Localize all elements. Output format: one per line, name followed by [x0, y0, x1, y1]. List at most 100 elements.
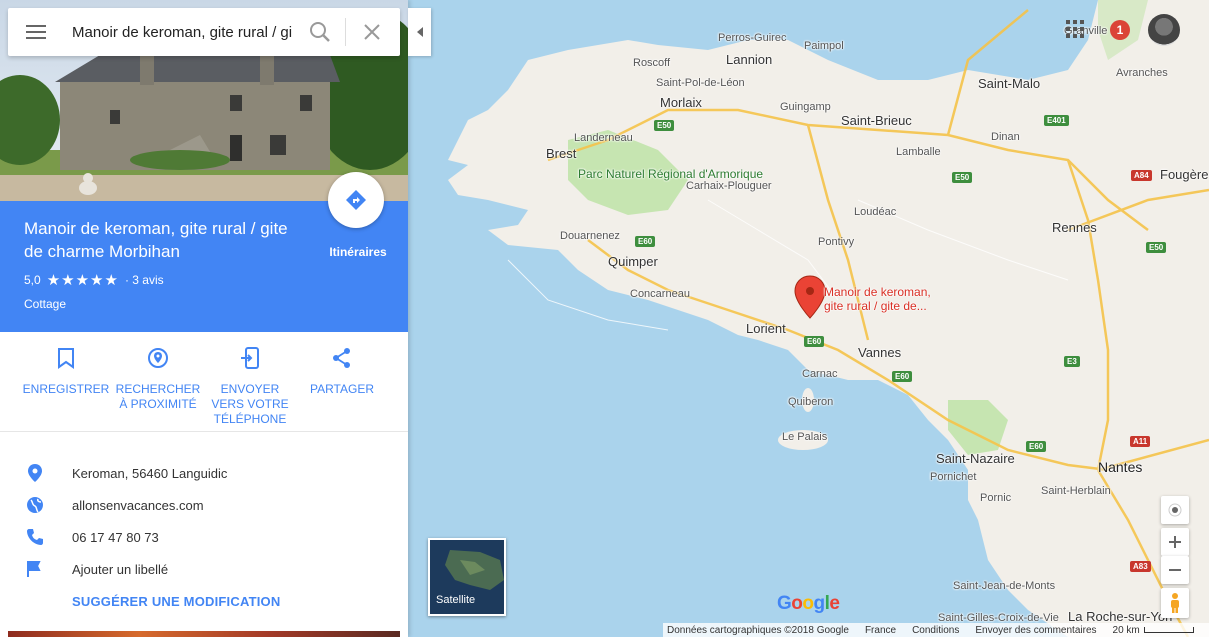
map-canvas[interactable]: Perros-Guirec Paimpol Roscoff Lannion Sa…	[408, 0, 1209, 637]
action-bar: ENREGISTRER RECHERCHER À PROXIMITÉ ENVOY…	[0, 332, 408, 432]
menu-icon[interactable]	[24, 22, 48, 42]
map-label[interactable]: Avranches	[1116, 67, 1168, 79]
save-button[interactable]: ENREGISTRER	[21, 344, 111, 397]
satellite-toggle[interactable]: Satellite	[428, 538, 506, 616]
map-label[interactable]: Le Palais	[782, 431, 827, 443]
map-label[interactable]: Brest	[546, 146, 576, 161]
search-nearby-button[interactable]: RECHERCHER À PROXIMITÉ	[113, 344, 203, 412]
map-label[interactable]: Saint-Malo	[978, 76, 1040, 91]
rating-value: 5,0	[24, 273, 41, 287]
scale-bar	[1143, 627, 1194, 633]
map-label[interactable]: Lorient	[746, 321, 786, 336]
directions-button[interactable]	[328, 172, 384, 228]
notification-badge[interactable]: 1	[1110, 20, 1130, 40]
suggest-edit-link[interactable]: SUGGÉRER UNE MODIFICATION	[72, 594, 280, 609]
road-shield: E3	[1064, 356, 1080, 367]
map-background	[408, 0, 1209, 637]
map-label[interactable]: Saint-Herblain	[1041, 485, 1111, 497]
map-label[interactable]: Loudéac	[854, 206, 896, 218]
satellite-label: Satellite	[436, 594, 476, 606]
map-label[interactable]: Roscoff	[633, 57, 670, 69]
map-label[interactable]: La Roche-sur-Yon	[1068, 609, 1172, 624]
save-label: ENREGISTRER	[22, 382, 110, 396]
map-label[interactable]: Saint-Nazaire	[936, 451, 1015, 466]
road-shield: E50	[1146, 242, 1167, 253]
search-nearby-label: RECHERCHER À PROXIMITÉ	[115, 382, 201, 411]
map-label[interactable]: Saint-Pol-de-Léon	[656, 77, 745, 89]
search-input[interactable]	[72, 20, 292, 44]
place-category[interactable]: Cottage	[24, 297, 66, 311]
map-label[interactable]: Perros-Guirec	[718, 32, 786, 44]
scale-control[interactable]: 20 km	[1113, 625, 1194, 636]
close-icon[interactable]	[360, 20, 384, 44]
rating-row[interactable]: 5,0 ★★★★★ · 3 avis	[24, 271, 164, 289]
map-label[interactable]: Nantes	[1098, 459, 1142, 475]
caret-left-icon	[416, 27, 423, 37]
road-shield: E60	[804, 336, 825, 347]
road-shield: E60	[1026, 441, 1047, 452]
my-location-button[interactable]	[1161, 496, 1189, 524]
send-to-phone-button[interactable]: ENVOYER VERS VOTRE TÉLÉPHONE	[205, 344, 295, 427]
map-label[interactable]: Vannes	[858, 345, 901, 360]
map-label[interactable]: Quimper	[608, 254, 658, 269]
share-button[interactable]: PARTAGER	[297, 344, 387, 397]
feedback-link[interactable]: Envoyer des commentaires	[975, 625, 1096, 636]
website-row[interactable]: allonsenvacances.com	[0, 491, 408, 519]
map-label[interactable]: Carhaix-Plouguer	[686, 180, 772, 192]
road-shield: E60	[635, 236, 656, 247]
search-icon[interactable]	[308, 20, 332, 44]
collapse-panel-button[interactable]	[408, 8, 431, 56]
bookmark-icon	[58, 348, 74, 369]
street-view-pegman[interactable]	[1161, 588, 1189, 618]
flag-icon	[27, 561, 41, 577]
zoom-in-button[interactable]	[1161, 528, 1189, 556]
map-label[interactable]: Quiberon	[788, 396, 833, 408]
share-label: PARTAGER	[309, 382, 374, 396]
photo-strip[interactable]	[8, 631, 400, 637]
avatar[interactable]	[1148, 14, 1180, 46]
map-label[interactable]: Lamballe	[896, 146, 941, 158]
map-label[interactable]: Fougère	[1160, 167, 1208, 182]
map-label[interactable]: Saint-Jean-de-Monts	[953, 580, 1055, 592]
zoom-out-button[interactable]	[1161, 556, 1189, 584]
send-to-phone-label: ENVOYER VERS VOTRE TÉLÉPHONE	[211, 382, 289, 426]
country-link[interactable]: France	[865, 625, 896, 636]
park-label[interactable]: Parc Naturel Régional d'Armorique	[578, 167, 763, 182]
map-label[interactable]: Guingamp	[780, 101, 831, 113]
road-shield: E50	[654, 120, 675, 131]
scale-label: 20 km	[1112, 624, 1140, 636]
place-pin-label[interactable]: Manoir de keroman, gite rural / gite de.…	[824, 285, 931, 313]
apps-grid-icon[interactable]	[1066, 20, 1084, 38]
label-row[interactable]: Ajouter un libellé	[0, 555, 408, 583]
phone-row[interactable]: 06 17 47 80 73	[0, 523, 408, 551]
map-label[interactable]: Carnac	[802, 368, 837, 380]
map-label[interactable]: Douarnenez	[560, 230, 620, 242]
map-label[interactable]: Rennes	[1052, 220, 1097, 235]
nearby-icon	[148, 348, 168, 368]
map-data-attribution: Données cartographiques ©2018 Google	[667, 624, 849, 636]
map-footer: Données cartographiques ©2018 Google Fra…	[663, 623, 1209, 637]
road-shield: E50	[952, 172, 973, 183]
add-label-text: Ajouter un libellé	[72, 561, 169, 577]
directions-label[interactable]: Itinéraires	[318, 245, 398, 259]
map-label[interactable]: Saint-Brieuc	[841, 113, 912, 128]
road-shield: A83	[1130, 561, 1151, 572]
map-label[interactable]: Pontivy	[818, 236, 854, 248]
website-link[interactable]: allonsenvacances.com	[72, 498, 204, 513]
place-panel: Manoir de keroman, gite rural / gite de …	[0, 0, 408, 637]
terms-link[interactable]: Conditions	[912, 625, 959, 636]
map-label[interactable]: Concarneau	[630, 288, 690, 300]
map-label[interactable]: Lannion	[726, 52, 772, 67]
map-label[interactable]: Landerneau	[574, 132, 633, 144]
map-label[interactable]: Morlaix	[660, 95, 702, 110]
road-shield: A11	[1130, 436, 1151, 447]
map-label[interactable]: Paimpol	[804, 40, 844, 52]
reviews-link[interactable]: · 3 avis	[125, 273, 164, 287]
pin-label-line: Manoir de keroman,	[824, 285, 931, 299]
address-row[interactable]: Keroman, 56460 Languidic	[0, 459, 408, 487]
directions-icon	[346, 190, 366, 210]
maps-app: Perros-Guirec Paimpol Roscoff Lannion Sa…	[0, 0, 1209, 637]
map-label[interactable]: Pornichet	[930, 471, 976, 483]
map-label[interactable]: Pornic	[980, 492, 1011, 504]
map-label[interactable]: Dinan	[991, 131, 1020, 143]
